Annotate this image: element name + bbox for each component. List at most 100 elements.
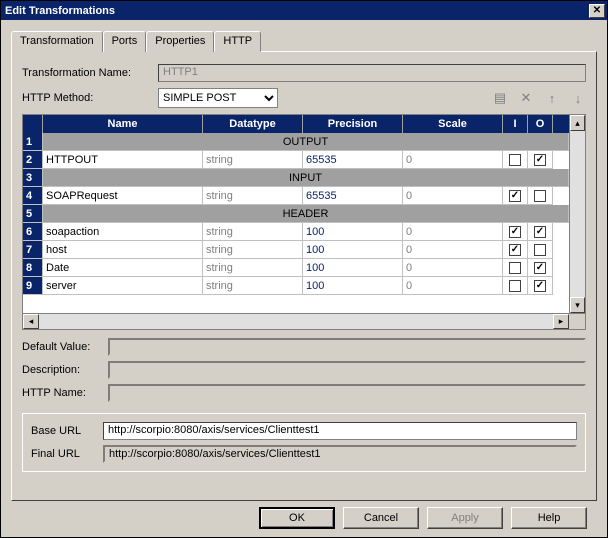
description-input[interactable] (108, 361, 586, 379)
cell-scale[interactable]: 0 (403, 187, 503, 205)
grid-header: Name Datatype Precision Scale I O (23, 115, 569, 133)
cell-input-flag[interactable] (503, 187, 528, 205)
cell-input-flag[interactable] (503, 223, 528, 241)
checkbox-input[interactable] (509, 244, 521, 256)
cell-scale[interactable]: 0 (403, 151, 503, 169)
cell-output-flag[interactable] (528, 151, 553, 169)
checkbox-output[interactable] (534, 280, 546, 292)
http-method-select[interactable]: SIMPLE POST (158, 88, 278, 108)
cell-name[interactable]: SOAPRequest (43, 187, 203, 205)
transformation-name-input[interactable]: HTTP1 (158, 64, 586, 82)
cell-output-flag[interactable] (528, 259, 553, 277)
cell-scale[interactable]: 0 (403, 259, 503, 277)
cell-output-flag[interactable] (528, 277, 553, 295)
header-scale[interactable]: Scale (403, 115, 503, 133)
table-row[interactable]: 6soapactionstring1000 (23, 223, 569, 241)
tab-properties[interactable]: Properties (146, 31, 214, 52)
checkbox-output[interactable] (534, 154, 546, 166)
header-precision[interactable]: Precision (303, 115, 403, 133)
hscroll-track[interactable] (39, 314, 553, 329)
cell-datatype[interactable]: string (203, 187, 303, 205)
checkbox-input[interactable] (509, 262, 521, 274)
cell-output-flag[interactable] (528, 187, 553, 205)
scroll-track[interactable] (570, 131, 585, 297)
tab-http[interactable]: HTTP (214, 31, 261, 52)
scroll-left-icon[interactable]: ◂ (23, 314, 39, 329)
tab-transformation[interactable]: Transformation (11, 31, 103, 52)
row-number[interactable]: 5 (23, 205, 43, 223)
close-button[interactable]: ✕ (589, 4, 605, 18)
cell-name[interactable]: host (43, 241, 203, 259)
checkbox-input[interactable] (509, 154, 521, 166)
row-number[interactable]: 8 (23, 259, 43, 277)
scroll-right-icon[interactable]: ▸ (553, 314, 569, 329)
http-name-label: HTTP Name: (22, 387, 104, 399)
ok-button[interactable]: OK (259, 507, 335, 529)
dialog-window: Edit Transformations ✕ Transformation Po… (0, 0, 608, 538)
scroll-down-icon[interactable]: ▾ (570, 297, 585, 313)
cell-output-flag[interactable] (528, 223, 553, 241)
default-value-input[interactable] (108, 338, 586, 356)
cell-precision[interactable]: 100 (303, 259, 403, 277)
cell-datatype[interactable]: string (203, 151, 303, 169)
table-row[interactable]: 9serverstring1000 (23, 277, 569, 295)
apply-button[interactable]: Apply (427, 507, 503, 529)
cell-input-flag[interactable] (503, 151, 528, 169)
table-row[interactable]: 8Datestring1000 (23, 259, 569, 277)
move-down-icon[interactable]: ↓ (570, 90, 586, 106)
table-row[interactable]: 7hoststring1000 (23, 241, 569, 259)
checkbox-input[interactable] (509, 280, 521, 292)
cell-input-flag[interactable] (503, 277, 528, 295)
add-icon[interactable]: ▤ (492, 90, 508, 106)
cell-name[interactable]: soapaction (43, 223, 203, 241)
cell-scale[interactable]: 0 (403, 223, 503, 241)
vertical-scrollbar[interactable]: ▴ ▾ (569, 115, 585, 313)
cell-datatype[interactable]: string (203, 223, 303, 241)
checkbox-input[interactable] (509, 190, 521, 202)
move-up-icon[interactable]: ↑ (544, 90, 560, 106)
cell-scale[interactable]: 0 (403, 241, 503, 259)
cell-datatype[interactable]: string (203, 259, 303, 277)
cell-name[interactable]: Date (43, 259, 203, 277)
titlebar: Edit Transformations ✕ (1, 1, 607, 20)
checkbox-input[interactable] (509, 226, 521, 238)
table-row[interactable]: 2HTTPOUTstring655350 (23, 151, 569, 169)
cell-datatype[interactable]: string (203, 277, 303, 295)
scroll-up-icon[interactable]: ▴ (570, 115, 585, 131)
row-number[interactable]: 2 (23, 151, 43, 169)
cell-name[interactable]: server (43, 277, 203, 295)
cell-input-flag[interactable] (503, 259, 528, 277)
header-input-flag[interactable]: I (503, 115, 528, 133)
cell-precision[interactable]: 65535 (303, 187, 403, 205)
delete-icon[interactable]: ✕ (518, 90, 534, 106)
table-row[interactable]: 4SOAPRequeststring655350 (23, 187, 569, 205)
checkbox-output[interactable] (534, 190, 546, 202)
horizontal-scrollbar[interactable]: ◂ ▸ (23, 314, 569, 329)
http-name-input[interactable] (108, 384, 586, 402)
cell-precision[interactable]: 100 (303, 277, 403, 295)
row-number[interactable]: 1 (23, 133, 43, 151)
row-number[interactable]: 3 (23, 169, 43, 187)
cell-input-flag[interactable] (503, 241, 528, 259)
row-number[interactable]: 4 (23, 187, 43, 205)
checkbox-output[interactable] (534, 226, 546, 238)
base-url-input[interactable]: http://scorpio:8080/axis/services/Client… (103, 422, 577, 440)
cell-precision[interactable]: 100 (303, 223, 403, 241)
header-output-flag[interactable]: O (528, 115, 553, 133)
cell-precision[interactable]: 100 (303, 241, 403, 259)
cell-datatype[interactable]: string (203, 241, 303, 259)
help-button[interactable]: Help (511, 507, 587, 529)
header-name[interactable]: Name (43, 115, 203, 133)
row-number[interactable]: 9 (23, 277, 43, 295)
cancel-button[interactable]: Cancel (343, 507, 419, 529)
header-datatype[interactable]: Datatype (203, 115, 303, 133)
row-number[interactable]: 6 (23, 223, 43, 241)
cell-scale[interactable]: 0 (403, 277, 503, 295)
row-number[interactable]: 7 (23, 241, 43, 259)
checkbox-output[interactable] (534, 244, 546, 256)
cell-output-flag[interactable] (528, 241, 553, 259)
tab-ports[interactable]: Ports (103, 31, 147, 52)
cell-precision[interactable]: 65535 (303, 151, 403, 169)
cell-name[interactable]: HTTPOUT (43, 151, 203, 169)
checkbox-output[interactable] (534, 262, 546, 274)
